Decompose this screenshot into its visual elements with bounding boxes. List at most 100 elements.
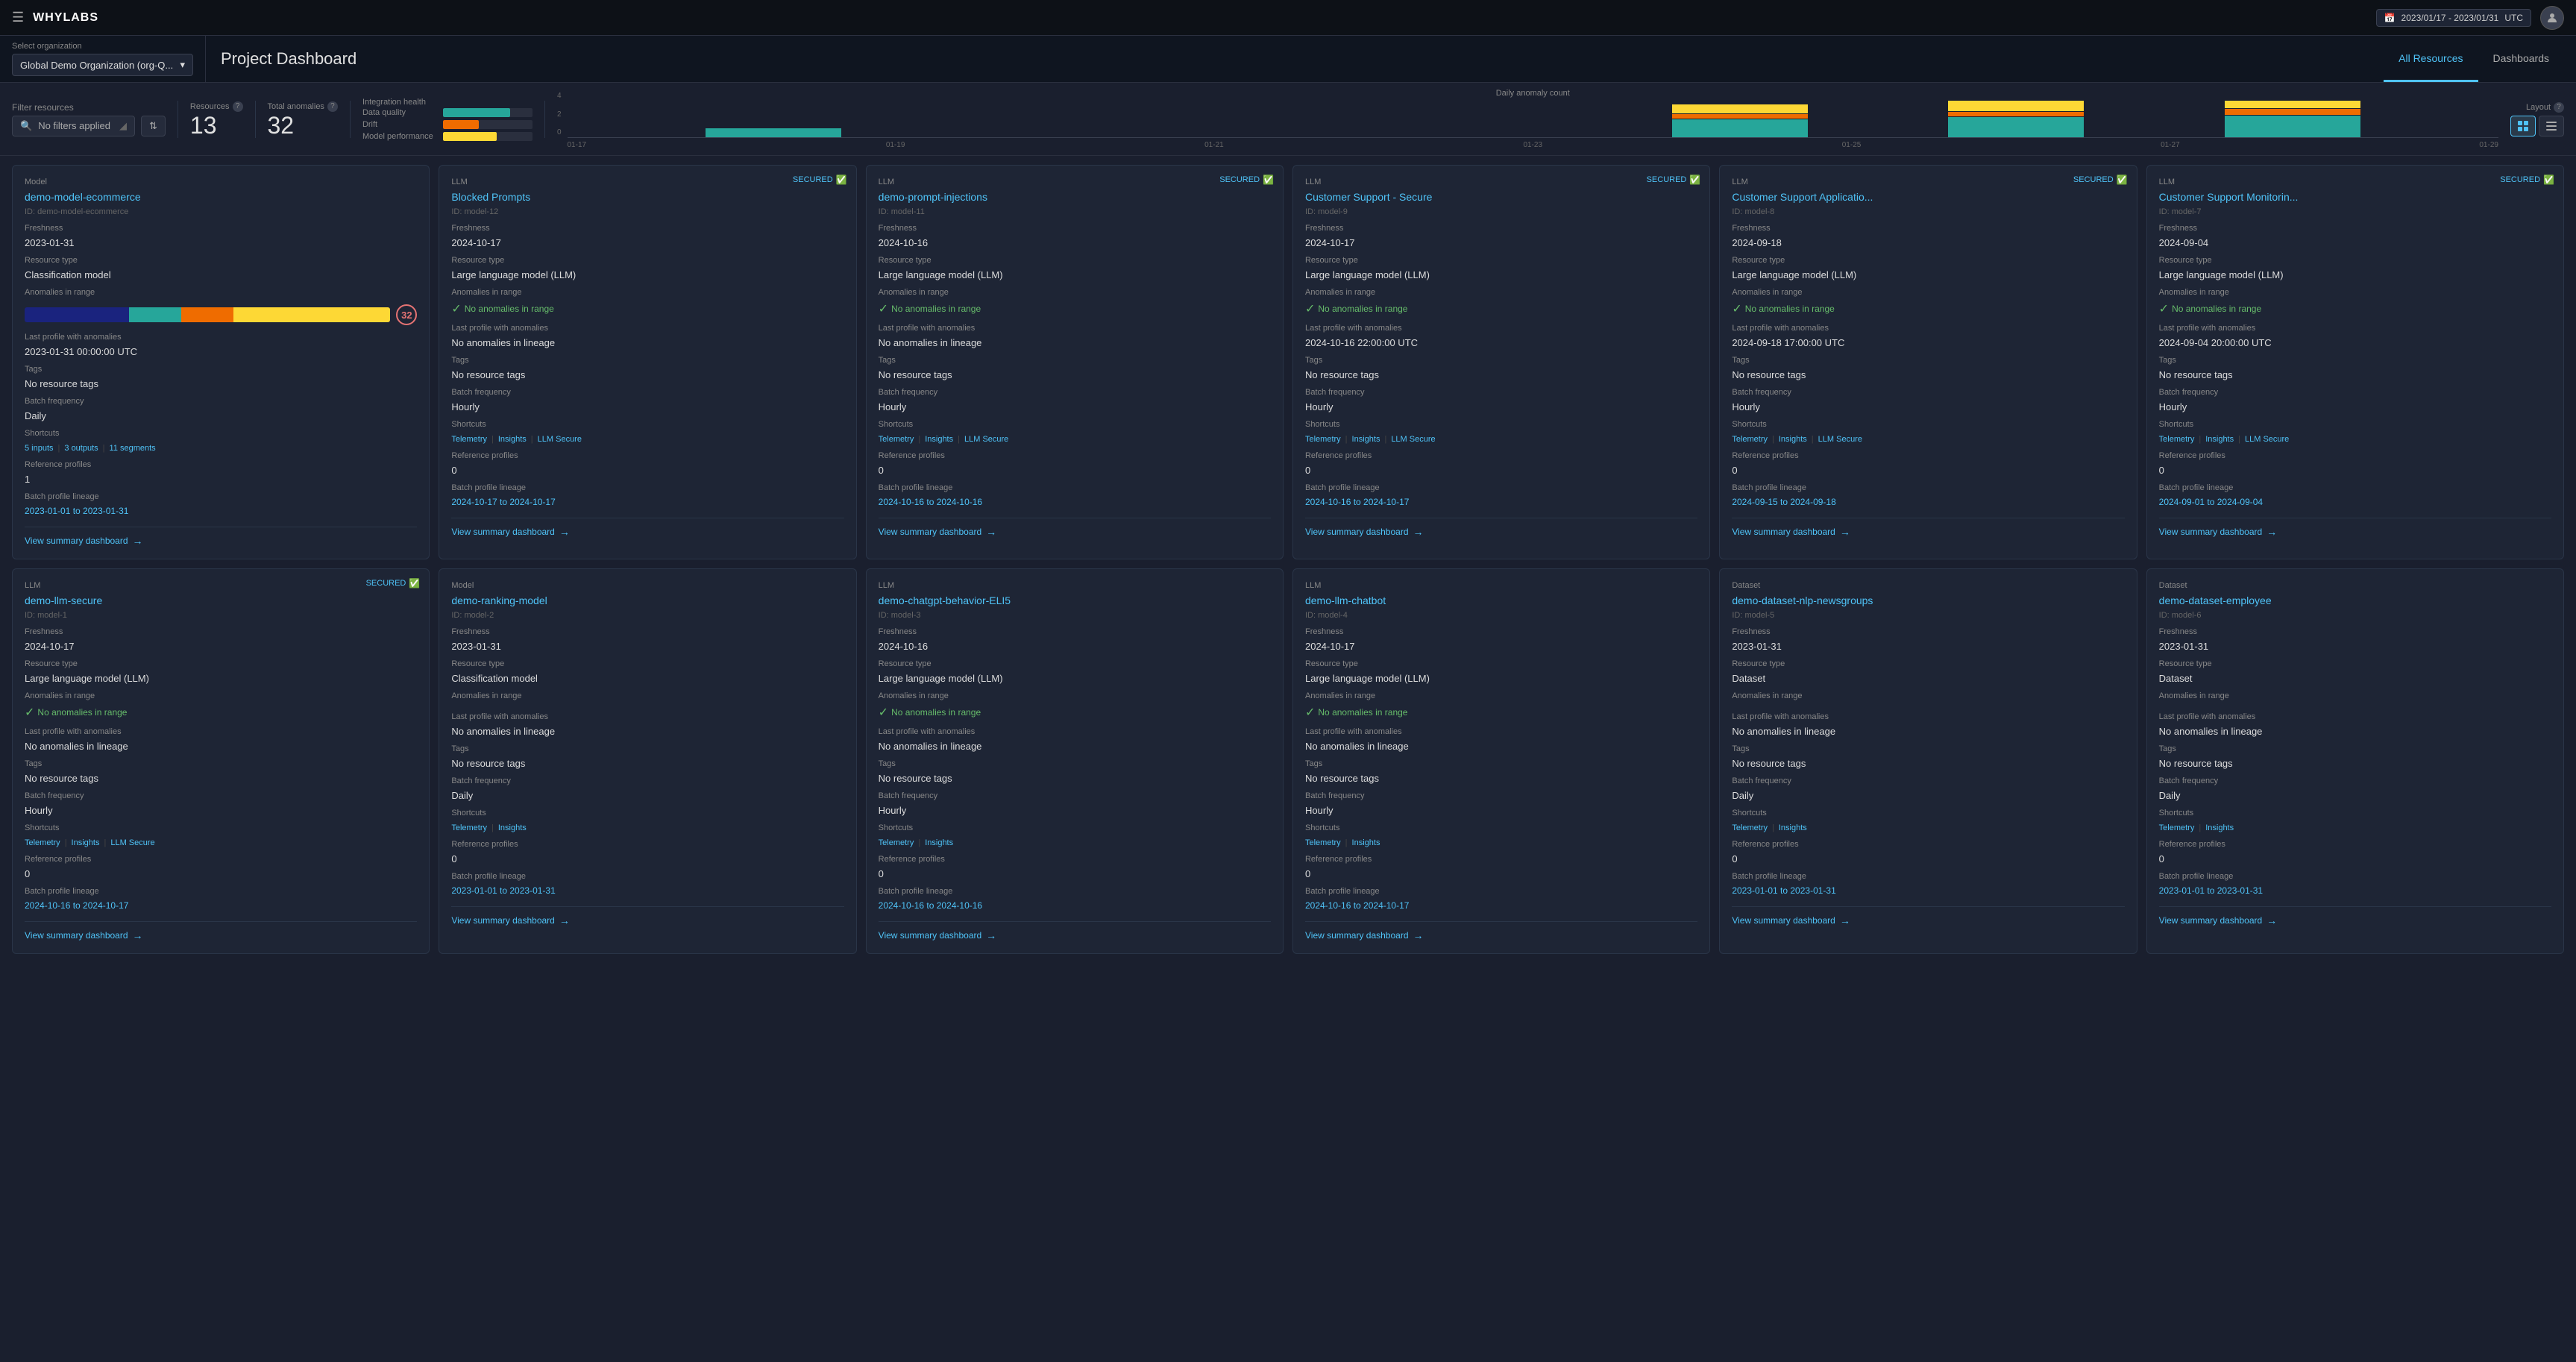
tab-dashboards[interactable]: Dashboards [2478,36,2565,82]
dropdown-arrow-icon: ▾ [180,59,185,71]
view-dashboard-7[interactable]: View summary dashboard → [451,906,844,926]
card-name-8[interactable]: demo-chatgpt-behavior-ELI5 [879,594,1271,606]
layout-help-icon[interactable]: ? [2554,102,2564,113]
shortcut-9-0[interactable]: Telemetry [1305,838,1341,847]
shortcut-1-1[interactable]: Insights [498,435,527,444]
ref-profiles-value-0: 1 [25,474,417,485]
bar-teal-01-25 [1672,119,1808,137]
batch-lineage-link-7[interactable]: 2023-01-01 to 2023-01-31 [451,885,844,896]
app-logo: WHYLABS [33,11,2375,25]
shortcut-3-2[interactable]: LLM Secure [1391,435,1435,444]
shortcut-1-2[interactable]: LLM Secure [538,435,582,444]
shortcut-10-0[interactable]: Telemetry [1732,823,1768,832]
card-name-1[interactable]: Blocked Prompts [451,191,844,203]
sep: | [65,838,67,847]
view-dashboard-10[interactable]: View summary dashboard → [1732,906,2124,926]
shortcut-0-0[interactable]: 5 inputs [25,444,54,453]
card-name-5[interactable]: Customer Support Monitorin... [2159,191,2551,203]
no-anomaly-text-6: No anomalies in range [37,707,127,718]
card-name-6[interactable]: demo-llm-secure [25,594,417,606]
freshness-value-2: 2024-10-16 [879,237,1271,248]
card-name-10[interactable]: demo-dataset-nlp-newsgroups [1732,594,2124,606]
view-dashboard-5[interactable]: View summary dashboard → [2159,518,2551,538]
shortcut-4-1[interactable]: Insights [1779,435,1807,444]
tab-all-resources[interactable]: All Resources [2384,36,2478,82]
batch-lineage-link-1[interactable]: 2024-10-17 to 2024-10-17 [451,497,844,507]
shortcut-2-0[interactable]: Telemetry [879,435,914,444]
batch-lineage-link-2[interactable]: 2024-10-16 to 2024-10-16 [879,497,1271,507]
shortcut-5-2[interactable]: LLM Secure [2245,435,2289,444]
shortcut-6-0[interactable]: Telemetry [25,838,60,847]
card-name-11[interactable]: demo-dataset-employee [2159,594,2551,606]
calendar-icon: 📅 [2384,13,2396,23]
last-profile-label-11: Last profile with anomalies [2159,712,2551,721]
shortcut-8-0[interactable]: Telemetry [879,838,914,847]
search-input[interactable]: 🔍 No filters applied ◢ [12,116,135,136]
shortcut-11-1[interactable]: Insights [2205,823,2234,832]
shortcut-2-2[interactable]: LLM Secure [964,435,1008,444]
user-avatar[interactable] [2540,6,2564,30]
shortcut-5-0[interactable]: Telemetry [2159,435,2195,444]
card-name-9[interactable]: demo-llm-chatbot [1305,594,1697,606]
view-dashboard-11[interactable]: View summary dashboard → [2159,906,2551,926]
shortcut-0-1[interactable]: 3 outputs [64,444,98,453]
shortcut-8-1[interactable]: Insights [925,838,953,847]
bar-group-01-21 [1119,101,1255,137]
card-name-3[interactable]: Customer Support - Secure [1305,191,1697,203]
sep: | [2238,435,2240,444]
sort-button[interactable]: ⇅ [141,116,166,136]
card-name-7[interactable]: demo-ranking-model [451,594,844,606]
shortcut-6-2[interactable]: LLM Secure [110,838,154,847]
shortcut-1-0[interactable]: Telemetry [451,435,487,444]
shortcut-9-1[interactable]: Insights [1352,838,1380,847]
batch-lineage-link-10[interactable]: 2023-01-01 to 2023-01-31 [1732,885,2124,896]
view-dashboard-6[interactable]: View summary dashboard → [25,921,417,941]
shortcut-7-1[interactable]: Insights [498,823,527,832]
shortcut-10-1[interactable]: Insights [1779,823,1807,832]
sep: | [1345,435,1348,444]
ref-profiles-value-6: 0 [25,868,417,879]
shortcut-4-2[interactable]: LLM Secure [1818,435,1862,444]
health-bar-model-performance-bg [443,132,533,141]
shortcut-2-1[interactable]: Insights [925,435,953,444]
batch-lineage-link-4[interactable]: 2024-09-15 to 2024-09-18 [1732,497,2124,507]
last-profile-value-10: No anomalies in lineage [1732,726,2124,737]
card-name-4[interactable]: Customer Support Applicatio... [1732,191,2124,203]
card-id-7: ID: model-2 [451,611,844,620]
resource-type-value-5: Large language model (LLM) [2159,269,2551,280]
batch-lineage-link-8[interactable]: 2024-10-16 to 2024-10-16 [879,900,1271,911]
view-dashboard-3[interactable]: View summary dashboard → [1305,518,1697,538]
shortcut-5-1[interactable]: Insights [2205,435,2234,444]
menu-icon[interactable]: ☰ [12,10,24,25]
view-dashboard-text-2: View summary dashboard [879,527,982,537]
list-view-button[interactable] [2539,116,2564,136]
view-dashboard-8[interactable]: View summary dashboard → [879,921,1271,941]
batch-lineage-link-9[interactable]: 2024-10-16 to 2024-10-17 [1305,900,1697,911]
shortcut-0-2[interactable]: 11 segments [110,444,156,453]
shortcut-7-0[interactable]: Telemetry [451,823,487,832]
shortcut-4-0[interactable]: Telemetry [1732,435,1768,444]
batch-lineage-link-6[interactable]: 2024-10-16 to 2024-10-17 [25,900,417,911]
view-dashboard-0[interactable]: View summary dashboard → [25,527,417,547]
view-dashboard-9[interactable]: View summary dashboard → [1305,921,1697,941]
batch-lineage-link-3[interactable]: 2024-10-16 to 2024-10-17 [1305,497,1697,507]
batch-lineage-link-0[interactable]: 2023-01-01 to 2023-01-31 [25,506,417,516]
card-name-0[interactable]: demo-model-ecommerce [25,191,417,203]
date-range-picker[interactable]: 📅 2023/01/17 - 2023/01/31 UTC [2376,9,2531,27]
shortcut-3-0[interactable]: Telemetry [1305,435,1341,444]
view-dashboard-4[interactable]: View summary dashboard → [1732,518,2124,538]
card-name-2[interactable]: demo-prompt-injections [879,191,1271,203]
resources-help-icon[interactable]: ? [233,101,243,112]
view-dashboard-1[interactable]: View summary dashboard → [451,518,844,538]
shortcut-3-1[interactable]: Insights [1352,435,1380,444]
view-dashboard-2[interactable]: View summary dashboard → [879,518,1271,538]
view-dashboard-text-8: View summary dashboard [879,930,982,941]
ref-profiles-label-0: Reference profiles [25,460,417,469]
shortcut-11-0[interactable]: Telemetry [2159,823,2195,832]
grid-view-button[interactable] [2510,116,2536,136]
batch-lineage-link-11[interactable]: 2023-01-01 to 2023-01-31 [2159,885,2551,896]
org-selector[interactable]: Global Demo Organization (org-Q... ▾ [12,54,193,76]
anomalies-help-icon[interactable]: ? [327,101,338,112]
shortcut-6-1[interactable]: Insights [72,838,100,847]
batch-lineage-link-5[interactable]: 2024-09-01 to 2024-09-04 [2159,497,2551,507]
